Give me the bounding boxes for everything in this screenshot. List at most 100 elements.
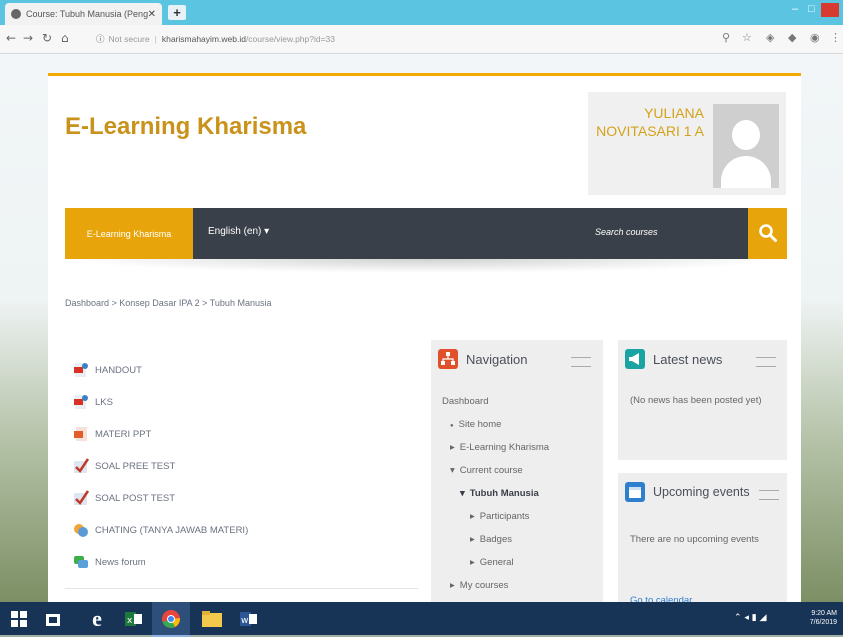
zoom-icon[interactable]: ⚲ bbox=[722, 31, 730, 44]
chat-icon bbox=[73, 522, 89, 538]
activity-label: CHATING (TANYA JAWAB MATERI) bbox=[95, 524, 249, 536]
block-actions-icon[interactable] bbox=[756, 357, 776, 367]
nav-item-tubuh-manusia[interactable]: ▾ Tubuh Manusia bbox=[460, 488, 539, 499]
file-explorer-icon[interactable] bbox=[198, 602, 226, 635]
browser-tab[interactable]: Course: Tubuh Manusia (Pengs... ✕ bbox=[5, 3, 162, 25]
windows-logo-icon bbox=[11, 610, 27, 627]
latest-news-header: Latest news bbox=[625, 349, 722, 369]
user-name[interactable]: YULIANA NOVITASARI 1 A bbox=[584, 104, 704, 140]
maximize-icon[interactable]: □ bbox=[808, 3, 815, 15]
start-button[interactable] bbox=[8, 602, 30, 635]
extension-icon[interactable]: ◈ bbox=[766, 31, 774, 44]
minimize-icon[interactable]: – bbox=[792, 3, 798, 15]
pdf-icon bbox=[73, 362, 89, 378]
not-secure-label: Not secure bbox=[108, 34, 150, 44]
nav-item-current-course[interactable]: ▾ Current course bbox=[450, 465, 523, 476]
latest-news-text: (No news has been posted yet) bbox=[630, 395, 762, 406]
quiz-icon bbox=[73, 490, 90, 506]
system-tray-icons[interactable]: ⌃ ◂ ▮ ◢ bbox=[734, 613, 767, 623]
nav-item-participants[interactable]: ▸ Participants bbox=[470, 511, 529, 522]
activity-label: News forum bbox=[95, 556, 146, 568]
page-container: E-Learning Kharisma YULIANA NOVITASARI 1… bbox=[48, 73, 801, 606]
clock-time: 9:20 AM bbox=[811, 610, 837, 617]
ppt-icon bbox=[73, 426, 89, 442]
nav-item-dashboard[interactable]: Dashboard bbox=[442, 396, 488, 407]
reload-icon[interactable]: ↻ bbox=[42, 31, 52, 45]
latest-news-title: Latest news bbox=[653, 351, 723, 367]
activity-lks[interactable]: LKS bbox=[73, 392, 113, 412]
activity-label: LKS bbox=[95, 396, 113, 408]
back-icon[interactable]: ← bbox=[6, 31, 16, 45]
upcoming-events-block: Upcoming events There are no upcoming ev… bbox=[618, 473, 787, 606]
activity-materi-ppt[interactable]: MATERI PPT bbox=[73, 424, 151, 444]
user-menu[interactable]: YULIANA NOVITASARI 1 A bbox=[588, 92, 786, 195]
navigation-block-title: Navigation bbox=[466, 351, 528, 367]
url-host: kharismahayim.web.id bbox=[161, 34, 246, 44]
nav-item-badges[interactable]: ▸ Badges bbox=[470, 534, 512, 545]
block-actions-icon[interactable] bbox=[571, 357, 591, 367]
clock-date: 7/6/2019 bbox=[809, 619, 837, 626]
window-close-button[interactable] bbox=[821, 3, 839, 17]
upcoming-events-title: Upcoming events bbox=[653, 485, 750, 499]
activity-chating[interactable]: CHATING (TANYA JAWAB MATERI) bbox=[73, 520, 248, 540]
activity-label: MATERI PPT bbox=[95, 428, 152, 440]
activity-handout[interactable]: HANDOUT bbox=[73, 360, 142, 380]
block-actions-icon[interactable] bbox=[759, 490, 779, 500]
pdf-icon bbox=[73, 394, 89, 410]
chrome-icon bbox=[162, 609, 181, 628]
latest-news-block: Latest news (No news has been posted yet… bbox=[618, 340, 787, 460]
navbar-shadow bbox=[65, 259, 787, 273]
search-courses-input[interactable]: Search courses bbox=[595, 227, 658, 237]
language-menu[interactable]: English (en) ▾ bbox=[208, 226, 269, 237]
activity-soal-pree-test[interactable]: SOAL PREE TEST bbox=[73, 456, 175, 476]
site-title[interactable]: E-Learning Kharisma bbox=[65, 113, 306, 141]
forward-icon[interactable]: → bbox=[23, 31, 33, 45]
store-icon[interactable] bbox=[42, 602, 64, 635]
nav-item-elearning-kharisma[interactable]: ▸ E-Learning Kharisma bbox=[450, 442, 549, 453]
windows-taskbar: e x w ⌃ ◂ ▮ ◢ 9:20 AM 7/6/2019 bbox=[0, 602, 843, 637]
word-icon[interactable]: w bbox=[234, 602, 264, 635]
system-clock[interactable]: 9:20 AM 7/6/2019 bbox=[810, 609, 837, 627]
edge-icon[interactable]: e bbox=[86, 602, 108, 635]
upcoming-events-text: There are no upcoming events bbox=[630, 534, 759, 545]
activity-news-forum[interactable]: News forum bbox=[73, 552, 146, 572]
close-tab-icon[interactable]: ✕ bbox=[148, 9, 156, 20]
activity-label: SOAL PREE TEST bbox=[95, 460, 176, 472]
navigation-block-header: Navigation bbox=[438, 349, 527, 369]
forum-icon bbox=[73, 554, 89, 570]
info-icon[interactable]: ⓘ bbox=[96, 33, 105, 45]
nav-item-general[interactable]: ▸ General bbox=[470, 557, 514, 568]
activity-soal-post-test[interactable]: SOAL POST TEST bbox=[73, 488, 175, 508]
search-button[interactable] bbox=[748, 208, 787, 259]
nav-item-my-courses[interactable]: ▸ My courses bbox=[450, 580, 508, 591]
navbar-home-link[interactable]: E-Learning Kharisma bbox=[65, 208, 193, 259]
avatar[interactable] bbox=[713, 104, 779, 188]
bookmark-star-icon[interactable]: ☆ bbox=[742, 31, 752, 44]
chrome-taskbar-button[interactable] bbox=[152, 602, 190, 637]
quiz-icon bbox=[73, 458, 90, 474]
megaphone-icon bbox=[625, 349, 645, 369]
home-icon[interactable]: ⌂ bbox=[61, 31, 69, 45]
url-path: /course/view.php?id=33 bbox=[245, 34, 336, 44]
section-divider bbox=[65, 588, 418, 589]
svg-text:x: x bbox=[127, 616, 133, 626]
new-tab-button[interactable]: + bbox=[168, 5, 186, 20]
breadcrumb[interactable]: Dashboard > Konsep Dasar IPA 2 > Tubuh M… bbox=[65, 298, 271, 308]
upcoming-events-header: Upcoming events bbox=[625, 482, 750, 502]
calendar-icon bbox=[625, 482, 645, 502]
nav-item-site-home[interactable]: ● Site home bbox=[450, 419, 501, 430]
address-toolbar: ← → ↻ ⌂ ⓘ Not secure | kharismahayim.web… bbox=[0, 25, 843, 54]
excel-icon[interactable]: x bbox=[122, 602, 146, 635]
sitemap-icon bbox=[438, 349, 458, 369]
browser-titlebar: Course: Tubuh Manusia (Pengs... ✕ + – □ bbox=[0, 0, 843, 25]
menu-dots-icon[interactable]: ⋮ bbox=[830, 31, 841, 44]
main-navbar: E-Learning Kharisma English (en) ▾ Searc… bbox=[65, 208, 787, 259]
site-favicon-icon bbox=[11, 9, 21, 19]
url-field[interactable]: ⓘ Not secure | kharismahayim.web.id /cou… bbox=[96, 30, 704, 48]
profile-icon[interactable]: ◉ bbox=[810, 31, 820, 44]
extension-2-icon[interactable]: ◆ bbox=[788, 31, 796, 44]
svg-text:w: w bbox=[241, 616, 248, 626]
search-icon bbox=[759, 224, 777, 242]
navigation-block: Navigation Dashboard ● Site home ▸ E-Learn… bbox=[431, 340, 603, 605]
tab-title: Course: Tubuh Manusia (Pengs... bbox=[26, 9, 148, 19]
